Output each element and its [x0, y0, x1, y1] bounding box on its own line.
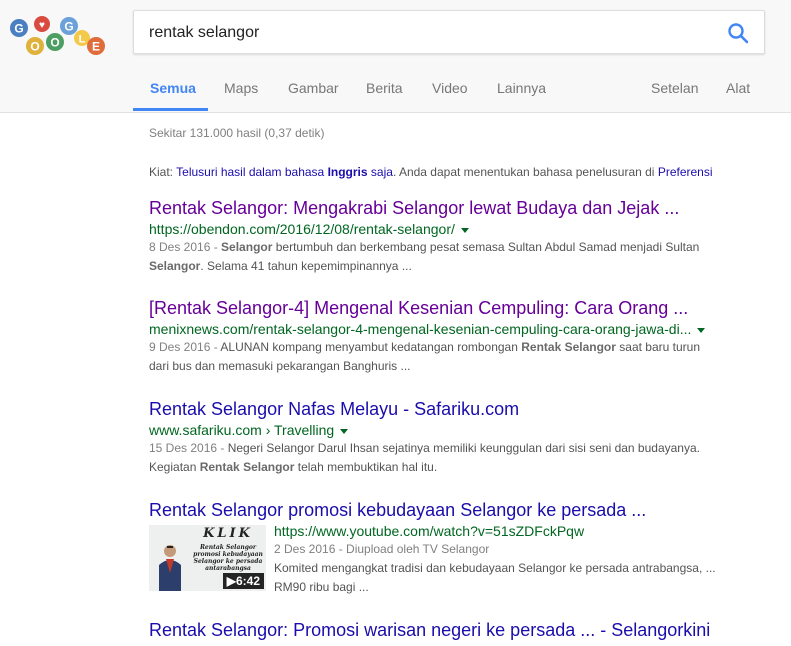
- search-result-3: Rentak Selangor Nafas Melayu - Safariku.…: [149, 398, 724, 477]
- video-result-details: https://www.youtube.com/watch?v=51sZDFck…: [274, 523, 729, 597]
- search-result-4-video: Rentak Selangor promosi kebudayaan Selan…: [149, 499, 749, 599]
- tab-berita[interactable]: Berita: [366, 80, 403, 96]
- snippet-text: bertumbuh dan berkembang pesat semasa Su…: [272, 240, 700, 254]
- snippet-text: ALUNAN kompang menyambut kedatangan romb…: [220, 340, 522, 354]
- result-title-link[interactable]: Rentak Selangor: Promosi warisan negeri …: [149, 619, 710, 641]
- search-icon[interactable]: [726, 21, 750, 45]
- snippet-bold: Selangor: [221, 240, 273, 254]
- snippet-text: telah membuktikan hal itu.: [294, 460, 438, 474]
- search-result-1: Rentak Selangor: Mengakrabi Selangor lew…: [149, 197, 724, 276]
- result-title-link[interactable]: [Rentak Selangor-4] Mengenal Kesenian Ce…: [149, 297, 724, 319]
- result-date: 9 Des 2016 -: [149, 340, 221, 354]
- header-bar: G O ♥ O G L E Semua Maps Gambar Berita V…: [0, 0, 791, 113]
- result-url-text: www.safariku.com › Travelling: [149, 422, 335, 438]
- video-thumbnail[interactable]: KLIK Rentak Selangor promosi kebudayaan …: [149, 525, 266, 591]
- result-url-text: menixnews.com/rentak-selangor-4-mengenal…: [149, 321, 692, 337]
- snippet-bold: Selangor: [149, 259, 201, 273]
- search-box[interactable]: [133, 10, 765, 54]
- thumbnail-caption-text: Rentak Selangor promosi kebudayaan Selan…: [193, 544, 263, 572]
- snippet-text: RM90 ribu bagi ...: [274, 580, 369, 594]
- tab-video[interactable]: Video: [432, 80, 468, 96]
- result-stats: Sekitar 131.000 hasil (0,37 detik): [149, 126, 325, 140]
- result-snippet: 15 Des 2016 - Negeri Selangor Darul Ihsa…: [149, 439, 724, 477]
- hint-prefix: Kiat:: [149, 165, 177, 179]
- result-title-link[interactable]: Rentak Selangor Nafas Melayu - Safariku.…: [149, 398, 724, 420]
- play-icon: ▶: [226, 574, 236, 588]
- snippet-text: . Selama 41 tahun kepemimpinannya ...: [200, 259, 412, 273]
- result-url: menixnews.com/rentak-selangor-4-mengenal…: [149, 321, 724, 338]
- search-result-5: Rentak Selangor: Promosi warisan negeri …: [149, 619, 710, 641]
- result-date: 2 Des 2016 - Diupload oleh TV Selangor: [274, 542, 490, 556]
- snippet-text: Negeri Selangor Darul Ihsan sejatinya me…: [227, 441, 700, 455]
- result-url-text: https://www.youtube.com/watch?v=51sZDFck…: [274, 523, 585, 539]
- svg-text:O: O: [50, 36, 59, 50]
- result-date: 8 Des 2016 -: [149, 240, 222, 254]
- url-options-caret-icon[interactable]: [697, 327, 706, 333]
- result-title-link[interactable]: Rentak Selangor promosi kebudayaan Selan…: [149, 499, 749, 521]
- result-snippet: 2 Des 2016 - Diupload oleh TV Selangor Ko…: [274, 540, 729, 597]
- snippet-text: Komited mengangkat tradisi dan kebudayaa…: [274, 561, 716, 575]
- svg-text:G: G: [14, 22, 23, 36]
- google-doodle-logo[interactable]: G O ♥ O G L E: [8, 12, 108, 56]
- tab-lainnya[interactable]: Lainnya: [497, 80, 546, 96]
- result-url: www.safariku.com › Travelling: [149, 422, 724, 439]
- english-link-text: Telusuri hasil dalam bahasa: [176, 165, 328, 179]
- search-result-2: [Rentak Selangor-4] Mengenal Kesenian Ce…: [149, 297, 724, 376]
- english-link-bold: Inggris: [327, 165, 368, 179]
- svg-text:L: L: [79, 34, 86, 46]
- result-snippet: 9 Des 2016 - ALUNAN kompang menyambut ke…: [149, 338, 724, 376]
- result-url: https://www.youtube.com/watch?v=51sZDFck…: [274, 523, 729, 540]
- tab-maps[interactable]: Maps: [224, 80, 258, 96]
- snippet-text: saat baru turun: [615, 340, 700, 354]
- snippet-bold: Rentak Selangor: [521, 340, 616, 354]
- search-tabs: Semua Maps Gambar Berita Video Lainnya S…: [0, 80, 791, 112]
- tools-link[interactable]: Alat: [726, 80, 750, 96]
- tab-semua[interactable]: Semua: [150, 80, 196, 96]
- thumbnail-caption: KLIK Rentak Selangor promosi kebudayaan …: [193, 526, 263, 573]
- url-options-caret-icon[interactable]: [340, 428, 349, 434]
- language-hint: Kiat: Telusuri hasil dalam bahasa Inggri…: [149, 165, 713, 179]
- english-link-end: saja: [367, 165, 393, 179]
- search-input[interactable]: [149, 19, 709, 47]
- result-url-text: https://obendon.com/2016/12/08/rentak-se…: [149, 221, 455, 237]
- presenter-image: [159, 545, 181, 591]
- result-date: 15 Des 2016 -: [149, 441, 228, 455]
- url-options-caret-icon[interactable]: [460, 227, 469, 233]
- result-url: https://obendon.com/2016/12/08/rentak-se…: [149, 221, 724, 238]
- video-duration: ▶6:42: [222, 573, 264, 589]
- preferences-link[interactable]: Preferensi: [658, 165, 713, 179]
- result-snippet: 8 Des 2016 - Selangor bertumbuh dan berk…: [149, 238, 724, 276]
- active-tab-indicator: [133, 108, 208, 111]
- svg-text:♥: ♥: [39, 20, 45, 31]
- snippet-text: dari bus dan memasuki pekarangan Banghur…: [149, 359, 411, 373]
- tab-gambar[interactable]: Gambar: [288, 80, 339, 96]
- svg-text:E: E: [92, 40, 100, 54]
- svg-text:G: G: [64, 20, 73, 34]
- svg-text:O: O: [30, 40, 39, 54]
- snippet-text: Kegiatan: [149, 460, 200, 474]
- thumbnail-klik: KLIK: [203, 526, 253, 541]
- result-title-link[interactable]: Rentak Selangor: Mengakrabi Selangor lew…: [149, 197, 724, 219]
- snippet-bold: Rentak Selangor: [199, 460, 295, 474]
- english-only-link[interactable]: Telusuri hasil dalam bahasa Inggris saja: [176, 165, 393, 179]
- hint-middle: . Anda dapat menentukan bahasa penelusur…: [392, 165, 658, 179]
- settings-link[interactable]: Setelan: [651, 80, 698, 96]
- video-duration-text: 6:42: [235, 574, 260, 588]
